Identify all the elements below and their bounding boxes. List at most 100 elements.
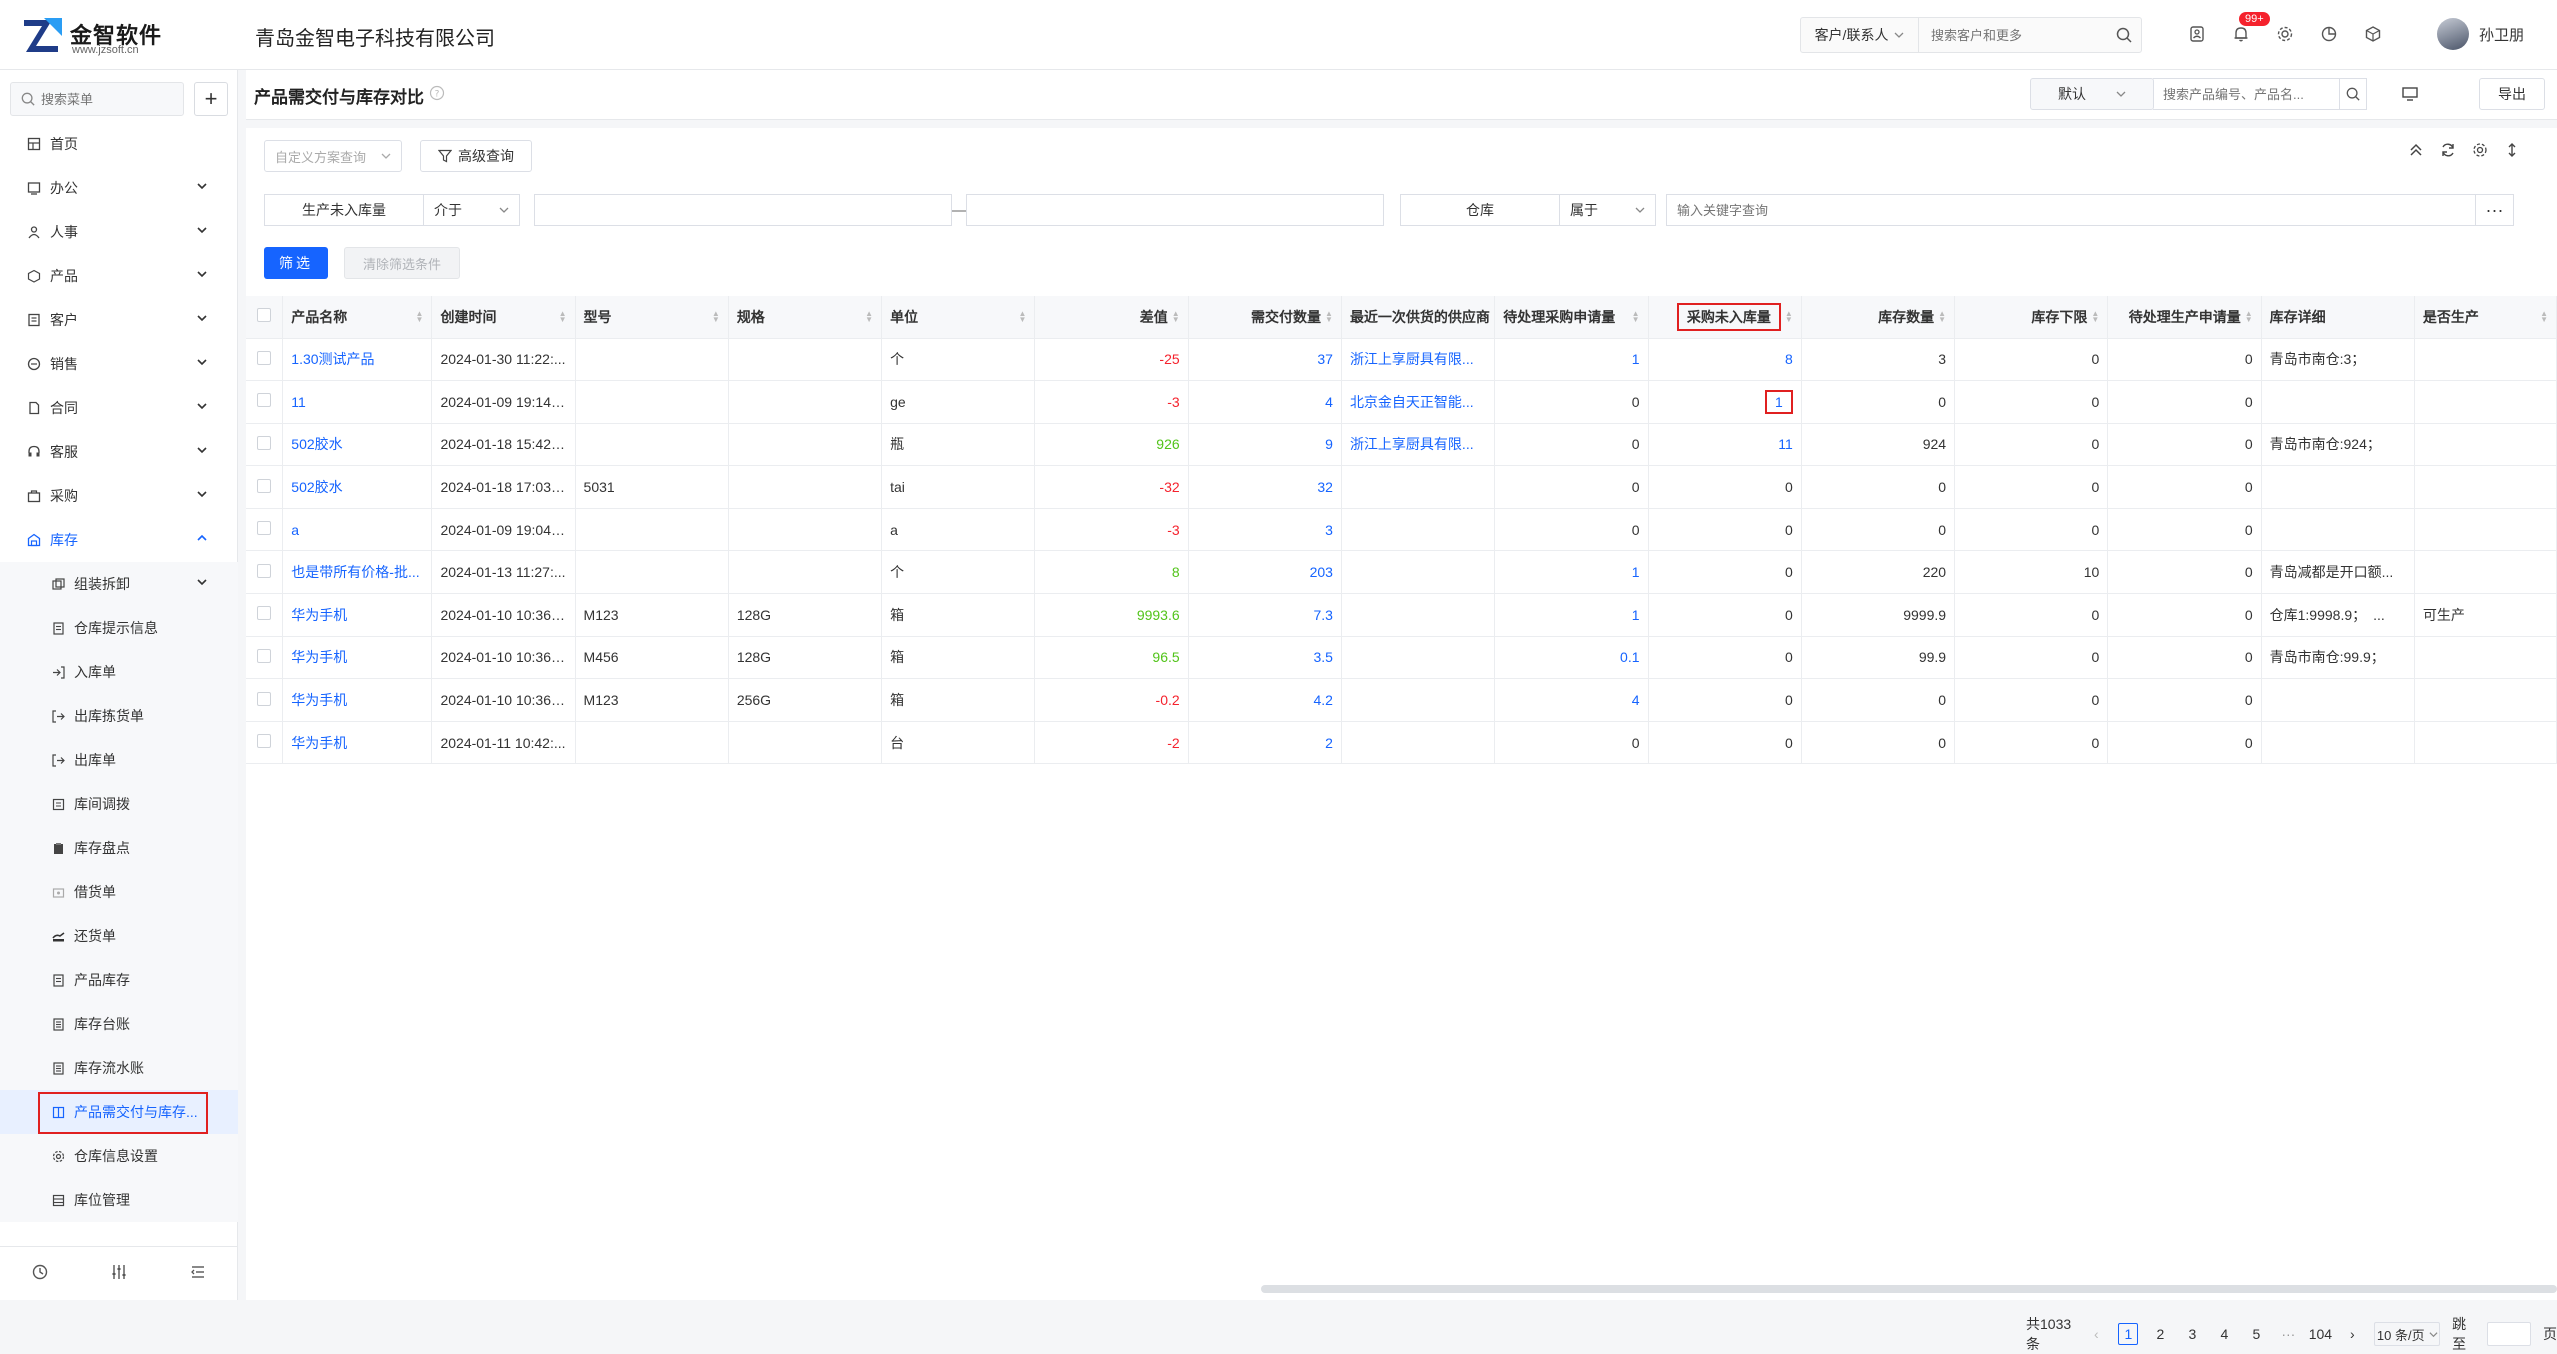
chart-pie-icon[interactable] xyxy=(2317,20,2341,48)
range-min-input[interactable] xyxy=(534,194,952,226)
sidebar-item-customer[interactable]: 客户 xyxy=(0,298,238,342)
column-header-highlighted[interactable]: 采购未入库量 ▲ ▼ xyxy=(1648,296,1802,339)
table-cell[interactable]: 浙江上享厨具有限... xyxy=(1341,423,1496,467)
search-icon[interactable] xyxy=(2339,79,2366,109)
table-cell[interactable]: 北京金自天正智能... xyxy=(1341,380,1496,424)
more-options-icon[interactable]: ··· xyxy=(2476,194,2514,226)
row-checkbox[interactable] xyxy=(246,550,284,595)
table-cell[interactable] xyxy=(1341,678,1496,722)
customer-type-select[interactable]: 客户/联系人 xyxy=(1801,18,1920,52)
table-row[interactable]: 11 2024-01-09 19:14:... ge -3 4 北京金自天正智能... 0 1… xyxy=(246,380,2557,424)
row-checkbox[interactable] xyxy=(246,423,284,467)
column-header[interactable]: 库存数量 ▲ ▼ xyxy=(1801,296,1956,339)
row-checkbox[interactable] xyxy=(246,721,284,765)
page-5[interactable]: 5 xyxy=(2246,1323,2266,1345)
row-checkbox[interactable] xyxy=(246,380,284,424)
sidebar-item-assembly[interactable]: 组装拆卸 xyxy=(0,562,238,606)
page-4[interactable]: 4 xyxy=(2214,1323,2234,1345)
table-row[interactable]: 502胶水 2024-01-18 15:42:... 瓶 926 9 浙江上享厨具有限..… xyxy=(246,423,2557,467)
row-height-icon[interactable] xyxy=(2504,142,2520,162)
page-size-select[interactable]: 10 条/页 xyxy=(2374,1322,2441,1346)
logo[interactable]: 金智软件 www.jzsoft.cn xyxy=(22,16,162,56)
column-header[interactable]: 创建时间 ▲ ▼ xyxy=(431,296,576,339)
collapse-up-icon[interactable] xyxy=(2408,142,2424,162)
collapse-menu-icon[interactable] xyxy=(189,1263,207,1285)
table-row[interactable]: 华为手机 2024-01-10 10:36:... M123 256G 箱 -0.2 4.2… xyxy=(246,678,2557,722)
sidebar-item-stock-journal[interactable]: 库存流水账 xyxy=(0,1046,238,1090)
sidebar-item-stock-ledger[interactable]: 库存台账 xyxy=(0,1002,238,1046)
table-row[interactable]: a 2024-01-09 19:04:... a -3 3 0 0 0 0 0 xyxy=(246,508,2557,552)
table-row[interactable]: 华为手机 2024-01-10 10:36:... M123 128G 箱 9993.6 7… xyxy=(246,593,2557,637)
scheme-select[interactable]: 自定义方案查询 xyxy=(264,140,402,172)
sliders-icon[interactable] xyxy=(110,1263,128,1285)
row-checkbox[interactable] xyxy=(246,508,284,552)
table-cell[interactable]: 502胶水 xyxy=(282,423,433,467)
sidebar-item-sales[interactable]: 销售 xyxy=(0,342,238,386)
export-button[interactable]: 导出 xyxy=(2479,78,2545,110)
history-icon[interactable] xyxy=(31,1263,49,1285)
table-cell[interactable]: a xyxy=(282,508,433,552)
row-checkbox[interactable] xyxy=(246,465,284,509)
customer-search-input[interactable] xyxy=(1919,18,2108,52)
table-cell[interactable] xyxy=(1341,508,1496,552)
horizontal-scrollbar[interactable] xyxy=(1261,1285,2557,1293)
table-row[interactable]: 华为手机 2024-01-11 10:42:... 台 -2 2 0 0 0 0 0 xyxy=(246,721,2557,765)
column-header[interactable]: 单位 ▲ ▼ xyxy=(881,296,1036,339)
sidebar-item-service[interactable]: 客服 xyxy=(0,430,238,474)
column-header[interactable]: 差值 ▲ ▼ xyxy=(1034,296,1189,339)
filter-field-1[interactable]: 生产未入库量 xyxy=(264,194,424,226)
table-cell[interactable] xyxy=(1341,465,1496,509)
add-menu-button[interactable]: + xyxy=(194,82,228,116)
page-2[interactable]: 2 xyxy=(2150,1323,2170,1345)
table-row[interactable]: 1.30测试产品 2024-01-30 11:22:... 个 -25 37 浙江上享厨具… xyxy=(246,338,2557,382)
next-page-icon[interactable]: › xyxy=(2342,1323,2362,1345)
column-header[interactable]: 规格 ▲ ▼ xyxy=(728,296,883,339)
refresh-icon[interactable] xyxy=(2440,142,2456,162)
sidebar-item-borrow-order[interactable]: 借货单 xyxy=(0,870,238,914)
table-cell[interactable]: 1.30测试产品 xyxy=(282,338,433,382)
select-all-checkbox[interactable] xyxy=(246,296,284,339)
product-search-input[interactable] xyxy=(2153,86,2339,102)
sidebar-item-demand-vs-stock[interactable]: 产品需交付与库存... xyxy=(0,1090,238,1134)
sidebar-item-product[interactable]: 产品 xyxy=(0,254,238,298)
sidebar-item-location-management[interactable]: 库位管理 xyxy=(0,1178,238,1222)
sidebar-item-office[interactable]: 办公 xyxy=(0,166,238,210)
column-header[interactable]: 待处理生产申请量 ▲ ▼ xyxy=(2107,296,2262,339)
column-header[interactable]: 需交付数量 ▲ ▼ xyxy=(1188,296,1342,339)
table-row[interactable]: 华为手机 2024-01-10 10:36:... M456 128G 箱 96.5 3.5… xyxy=(246,636,2557,680)
table-cell[interactable]: 华为手机 xyxy=(282,721,433,765)
sidebar-item-outbound-order[interactable]: 出库单 xyxy=(0,738,238,782)
help-icon[interactable]: ? xyxy=(429,85,445,105)
row-checkbox[interactable] xyxy=(246,593,284,637)
box-icon[interactable] xyxy=(2361,20,2385,48)
page-ellipsis[interactable]: ··· xyxy=(2278,1323,2298,1345)
column-header[interactable]: 待处理采购申请量 ▲ ▼ xyxy=(1494,296,1649,339)
filter-operator-2[interactable]: 属于 xyxy=(1560,194,1656,226)
sidebar-item-transfer[interactable]: 库间调拨 xyxy=(0,782,238,826)
column-header[interactable]: 最近一次供货的供应商 xyxy=(1341,296,1496,339)
table-cell[interactable]: 华为手机 xyxy=(282,636,433,680)
sidebar-item-return-order[interactable]: 还货单 xyxy=(0,914,238,958)
filter-button[interactable]: 筛选 xyxy=(264,247,328,279)
menu-search-input[interactable] xyxy=(41,91,171,107)
gear-icon[interactable] xyxy=(2472,142,2488,162)
column-header[interactable]: 是否生产 ▲ ▼ xyxy=(2414,296,2557,339)
clear-filters-button[interactable]: 清除筛选条件 xyxy=(344,247,460,279)
table-cell[interactable]: 11 xyxy=(282,380,433,424)
view-select[interactable]: 默认 xyxy=(2030,78,2154,110)
sidebar-item-inventory[interactable]: 库存 xyxy=(0,518,238,562)
sidebar-item-stocktake[interactable]: 库存盘点 xyxy=(0,826,238,870)
prev-page-icon[interactable]: ‹ xyxy=(2086,1323,2106,1345)
page-3[interactable]: 3 xyxy=(2182,1323,2202,1345)
table-cell[interactable] xyxy=(1341,550,1496,595)
column-header[interactable]: 型号 ▲ ▼ xyxy=(575,296,729,339)
filter-operator-1[interactable]: 介于 xyxy=(424,194,520,226)
sidebar-item-warehouse-alerts[interactable]: 仓库提示信息 xyxy=(0,606,238,650)
table-cell[interactable]: 也是带所有价格-批... xyxy=(282,550,433,595)
row-checkbox[interactable] xyxy=(246,338,284,382)
contacts-icon[interactable] xyxy=(2185,20,2209,48)
monitor-icon[interactable] xyxy=(2394,78,2426,110)
column-header[interactable]: 产品名称 ▲ ▼ xyxy=(282,296,433,339)
table-cell[interactable]: 502胶水 xyxy=(282,465,433,509)
sidebar-item-picking-order[interactable]: 出库拣货单 xyxy=(0,694,238,738)
